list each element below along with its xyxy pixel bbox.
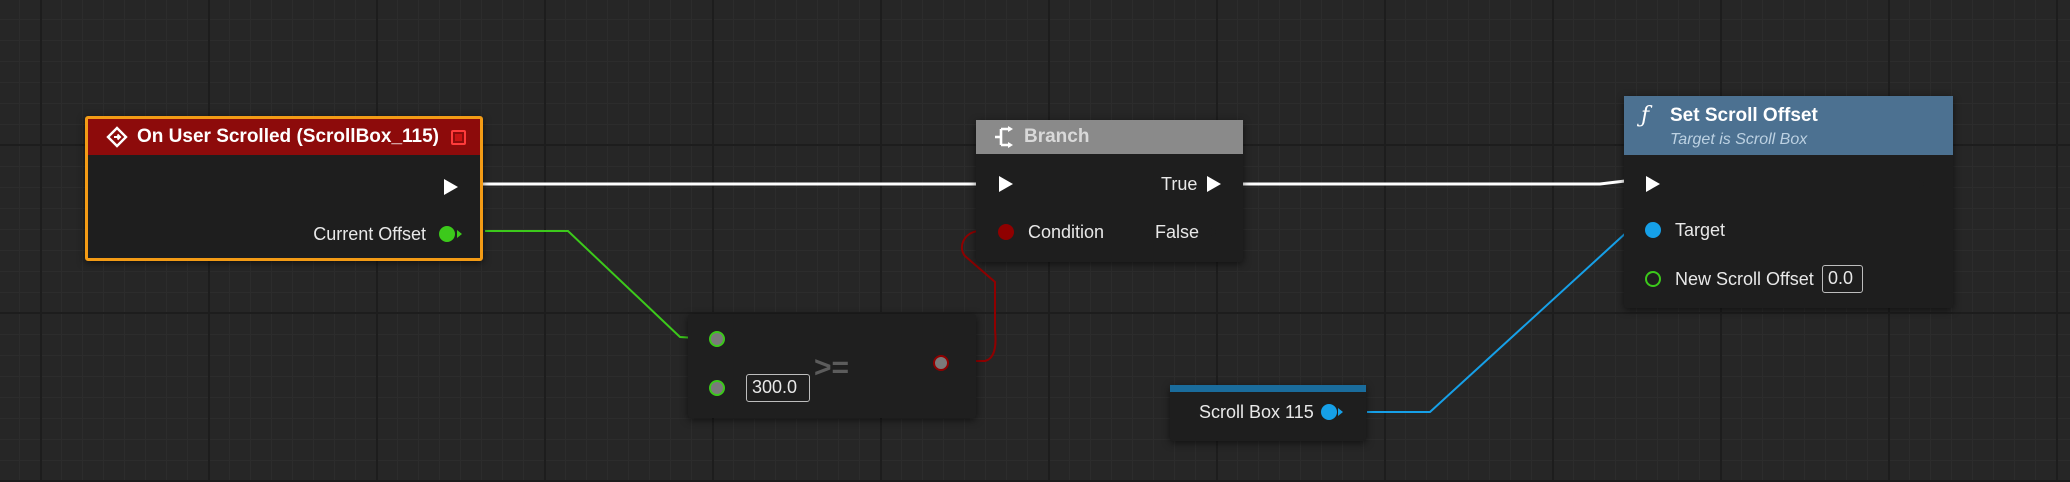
condition-pin[interactable] <box>998 224 1014 240</box>
event-node-header: On User Scrolled (ScrollBox_115) <box>88 119 480 155</box>
event-icon <box>106 126 128 148</box>
branch-true-label: True <box>1161 174 1198 194</box>
new-scroll-offset-label: New Scroll Offset <box>1675 269 1814 289</box>
object-wire-scrollbox-to-target <box>1367 229 1641 413</box>
delegate-icon[interactable] <box>451 130 466 145</box>
branch-exec-in-pin[interactable] <box>999 176 1013 192</box>
event-node-on-user-scrolled[interactable]: On User Scrolled (ScrollBox_115) Current… <box>85 116 483 261</box>
float-wire-offset-to-compare <box>485 230 713 340</box>
compare-node-greater-equal[interactable]: 300.0 >= <box>688 314 976 418</box>
set-scroll-offset-node[interactable]: ƒ Set Scroll Offset Target is Scroll Box… <box>1624 96 1953 308</box>
current-offset-pin[interactable] <box>439 226 455 242</box>
branch-false-exec-pin[interactable] <box>1207 224 1221 240</box>
function-icon: ƒ <box>1641 103 1650 128</box>
branch-node-header: Branch <box>976 120 1243 154</box>
target-pin[interactable] <box>1645 222 1661 238</box>
branch-false-label: False <box>1155 222 1200 242</box>
event-exec-out-pin[interactable] <box>444 179 458 195</box>
scroll-box-output-pin[interactable] <box>1321 404 1337 420</box>
variable-node-bar <box>1170 385 1366 392</box>
branch-node[interactable]: Branch True Condition False <box>976 120 1243 262</box>
set-scroll-offset-header: ƒ Set Scroll Offset Target is Scroll Box <box>1624 96 1953 155</box>
compare-operator: >= <box>814 351 850 384</box>
branch-node-title: Branch <box>1024 126 1090 147</box>
compare-input-a-pin[interactable] <box>709 331 725 347</box>
scroll-box-variable-label: Scroll Box 115 <box>1199 402 1314 422</box>
scroll-box-variable-node[interactable]: Scroll Box 115 <box>1170 385 1366 441</box>
set-offset-exec-out-pin[interactable] <box>1915 176 1929 192</box>
condition-label: Condition <box>1028 222 1105 242</box>
new-scroll-offset-input[interactable]: 0.0 <box>1822 265 1863 293</box>
event-node-title: On User Scrolled (ScrollBox_115) <box>137 126 440 147</box>
set-offset-exec-in-pin[interactable] <box>1646 176 1660 192</box>
set-scroll-offset-title: Set Scroll Offset <box>1670 105 1818 126</box>
branch-true-exec-pin[interactable] <box>1207 176 1221 192</box>
set-scroll-offset-subtitle: Target is Scroll Box <box>1670 131 1808 148</box>
branch-icon <box>995 126 1013 148</box>
new-scroll-offset-pin[interactable] <box>1645 271 1661 287</box>
exec-wire-branch-to-set <box>1241 179 1640 186</box>
current-offset-pin-arrow <box>457 230 462 238</box>
compare-value-input[interactable]: 300.0 <box>746 374 810 402</box>
target-label: Target <box>1675 220 1726 240</box>
scroll-box-pin-arrow <box>1338 408 1343 416</box>
current-offset-label: Current Offset <box>313 224 426 244</box>
compare-output-pin[interactable] <box>933 355 949 371</box>
compare-input-b-pin[interactable] <box>709 380 725 396</box>
